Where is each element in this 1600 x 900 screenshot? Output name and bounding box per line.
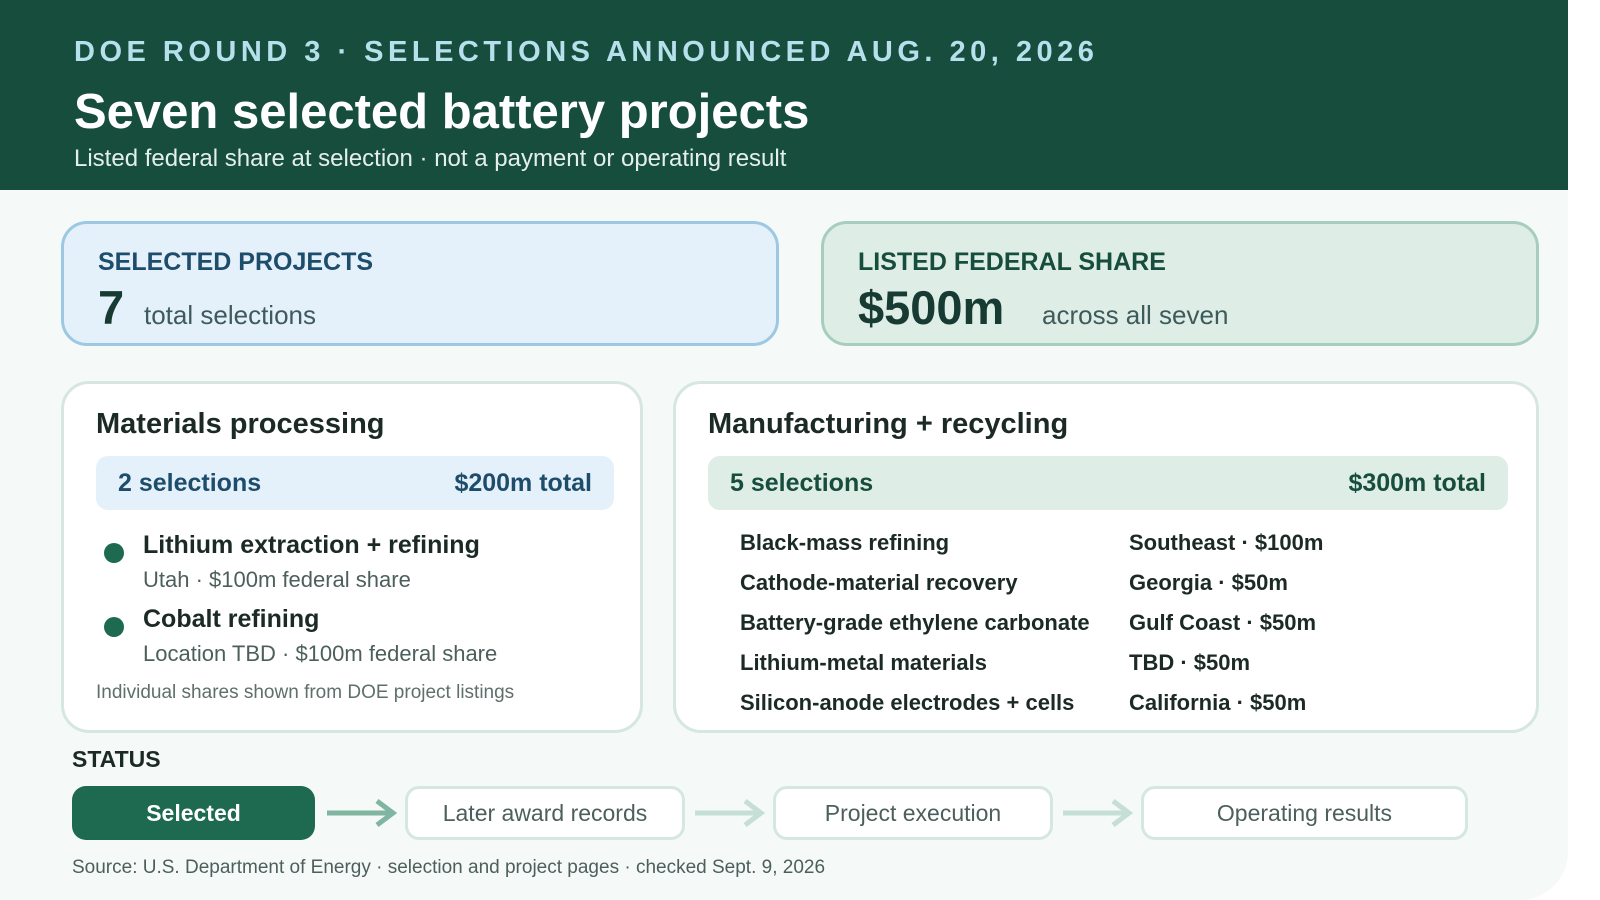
- project-name: Black-mass refining: [740, 530, 950, 555]
- manufacturing-title: Manufacturing + recycling: [708, 408, 1069, 440]
- table-row: Black-mass refining Southeast · $100m: [740, 530, 1500, 560]
- page: DOE ROUND 3 · SELECTIONS ANNOUNCED AUG. …: [0, 0, 1568, 900]
- selected-projects-card: SELECTED PROJECTS 7 total selections: [61, 221, 779, 346]
- materials-summary-bar: 2 selections $200m total: [96, 456, 614, 510]
- project-location-share: Southeast · $100m: [1129, 530, 1324, 555]
- manufacturing-recycling-panel: Manufacturing + recycling 5 selections $…: [673, 381, 1539, 733]
- table-row: Silicon-anode electrodes + cells Califor…: [740, 690, 1500, 720]
- federal-share-value: $500m: [858, 281, 1005, 334]
- manufacturing-summary-bar: 5 selections $300m total: [708, 456, 1508, 510]
- page-subtitle: Listed federal share at selection · not …: [74, 145, 787, 172]
- status-step-award-records: Later award records: [405, 786, 685, 840]
- federal-share-card: LISTED FEDERAL SHARE $500m across all se…: [821, 221, 1539, 346]
- materials-total: $200m total: [454, 468, 592, 497]
- selected-projects-note: total selections: [144, 300, 316, 330]
- page-title: Seven selected battery projects: [74, 85, 810, 139]
- source-note: Source: U.S. Department of Energy · sele…: [72, 857, 826, 878]
- status-step-project-execution: Project execution: [773, 786, 1053, 840]
- federal-share-note: across all seven: [1042, 300, 1229, 330]
- project-name: Lithium extraction + refining: [143, 531, 480, 559]
- materials-note: Individual shares shown from DOE project…: [96, 682, 515, 703]
- manufacturing-count: 5 selections: [730, 468, 874, 497]
- arrow-right-icon: [327, 799, 398, 827]
- project-name: Lithium-metal materials: [740, 650, 987, 675]
- status-step-operating-results: Operating results: [1141, 786, 1468, 840]
- project-meta: Location TBD · $100m federal share: [143, 641, 498, 666]
- header-banner: DOE ROUND 3 · SELECTIONS ANNOUNCED AUG. …: [0, 0, 1568, 190]
- project-name: Cobalt refining: [143, 605, 320, 633]
- materials-processing-panel: Materials processing 2 selections $200m …: [61, 381, 643, 733]
- arrow-right-icon: [1063, 799, 1134, 827]
- project-meta: Utah · $100m federal share: [143, 567, 411, 592]
- project-location-share: California · $50m: [1129, 690, 1307, 715]
- bullet-dot-icon: [104, 617, 124, 637]
- project-name: Silicon-anode electrodes + cells: [740, 690, 1075, 715]
- manufacturing-total: $300m total: [1348, 468, 1486, 497]
- materials-title: Materials processing: [96, 408, 385, 440]
- project-name: Cathode-material recovery: [740, 570, 1018, 595]
- materials-count: 2 selections: [118, 468, 262, 497]
- table-row: Battery-grade ethylene carbonate Gulf Co…: [740, 610, 1500, 640]
- table-row: Lithium-metal materials TBD · $50m: [740, 650, 1500, 680]
- bullet-dot-icon: [104, 543, 124, 563]
- selected-projects-value: 7: [98, 281, 125, 334]
- header-kicker: DOE ROUND 3 · SELECTIONS ANNOUNCED AUG. …: [74, 36, 1099, 68]
- project-location-share: Georgia · $50m: [1129, 570, 1288, 595]
- status-label: STATUS: [72, 746, 161, 772]
- project-name: Battery-grade ethylene carbonate: [740, 610, 1090, 635]
- selected-projects-label: SELECTED PROJECTS: [98, 248, 374, 276]
- project-location-share: Gulf Coast · $50m: [1129, 610, 1317, 635]
- table-row: Cathode-material recovery Georgia · $50m: [740, 570, 1500, 600]
- arrow-right-icon: [695, 799, 766, 827]
- federal-share-label: LISTED FEDERAL SHARE: [858, 248, 1166, 276]
- project-location-share: TBD · $50m: [1129, 650, 1251, 675]
- status-step-selected: Selected: [72, 786, 315, 840]
